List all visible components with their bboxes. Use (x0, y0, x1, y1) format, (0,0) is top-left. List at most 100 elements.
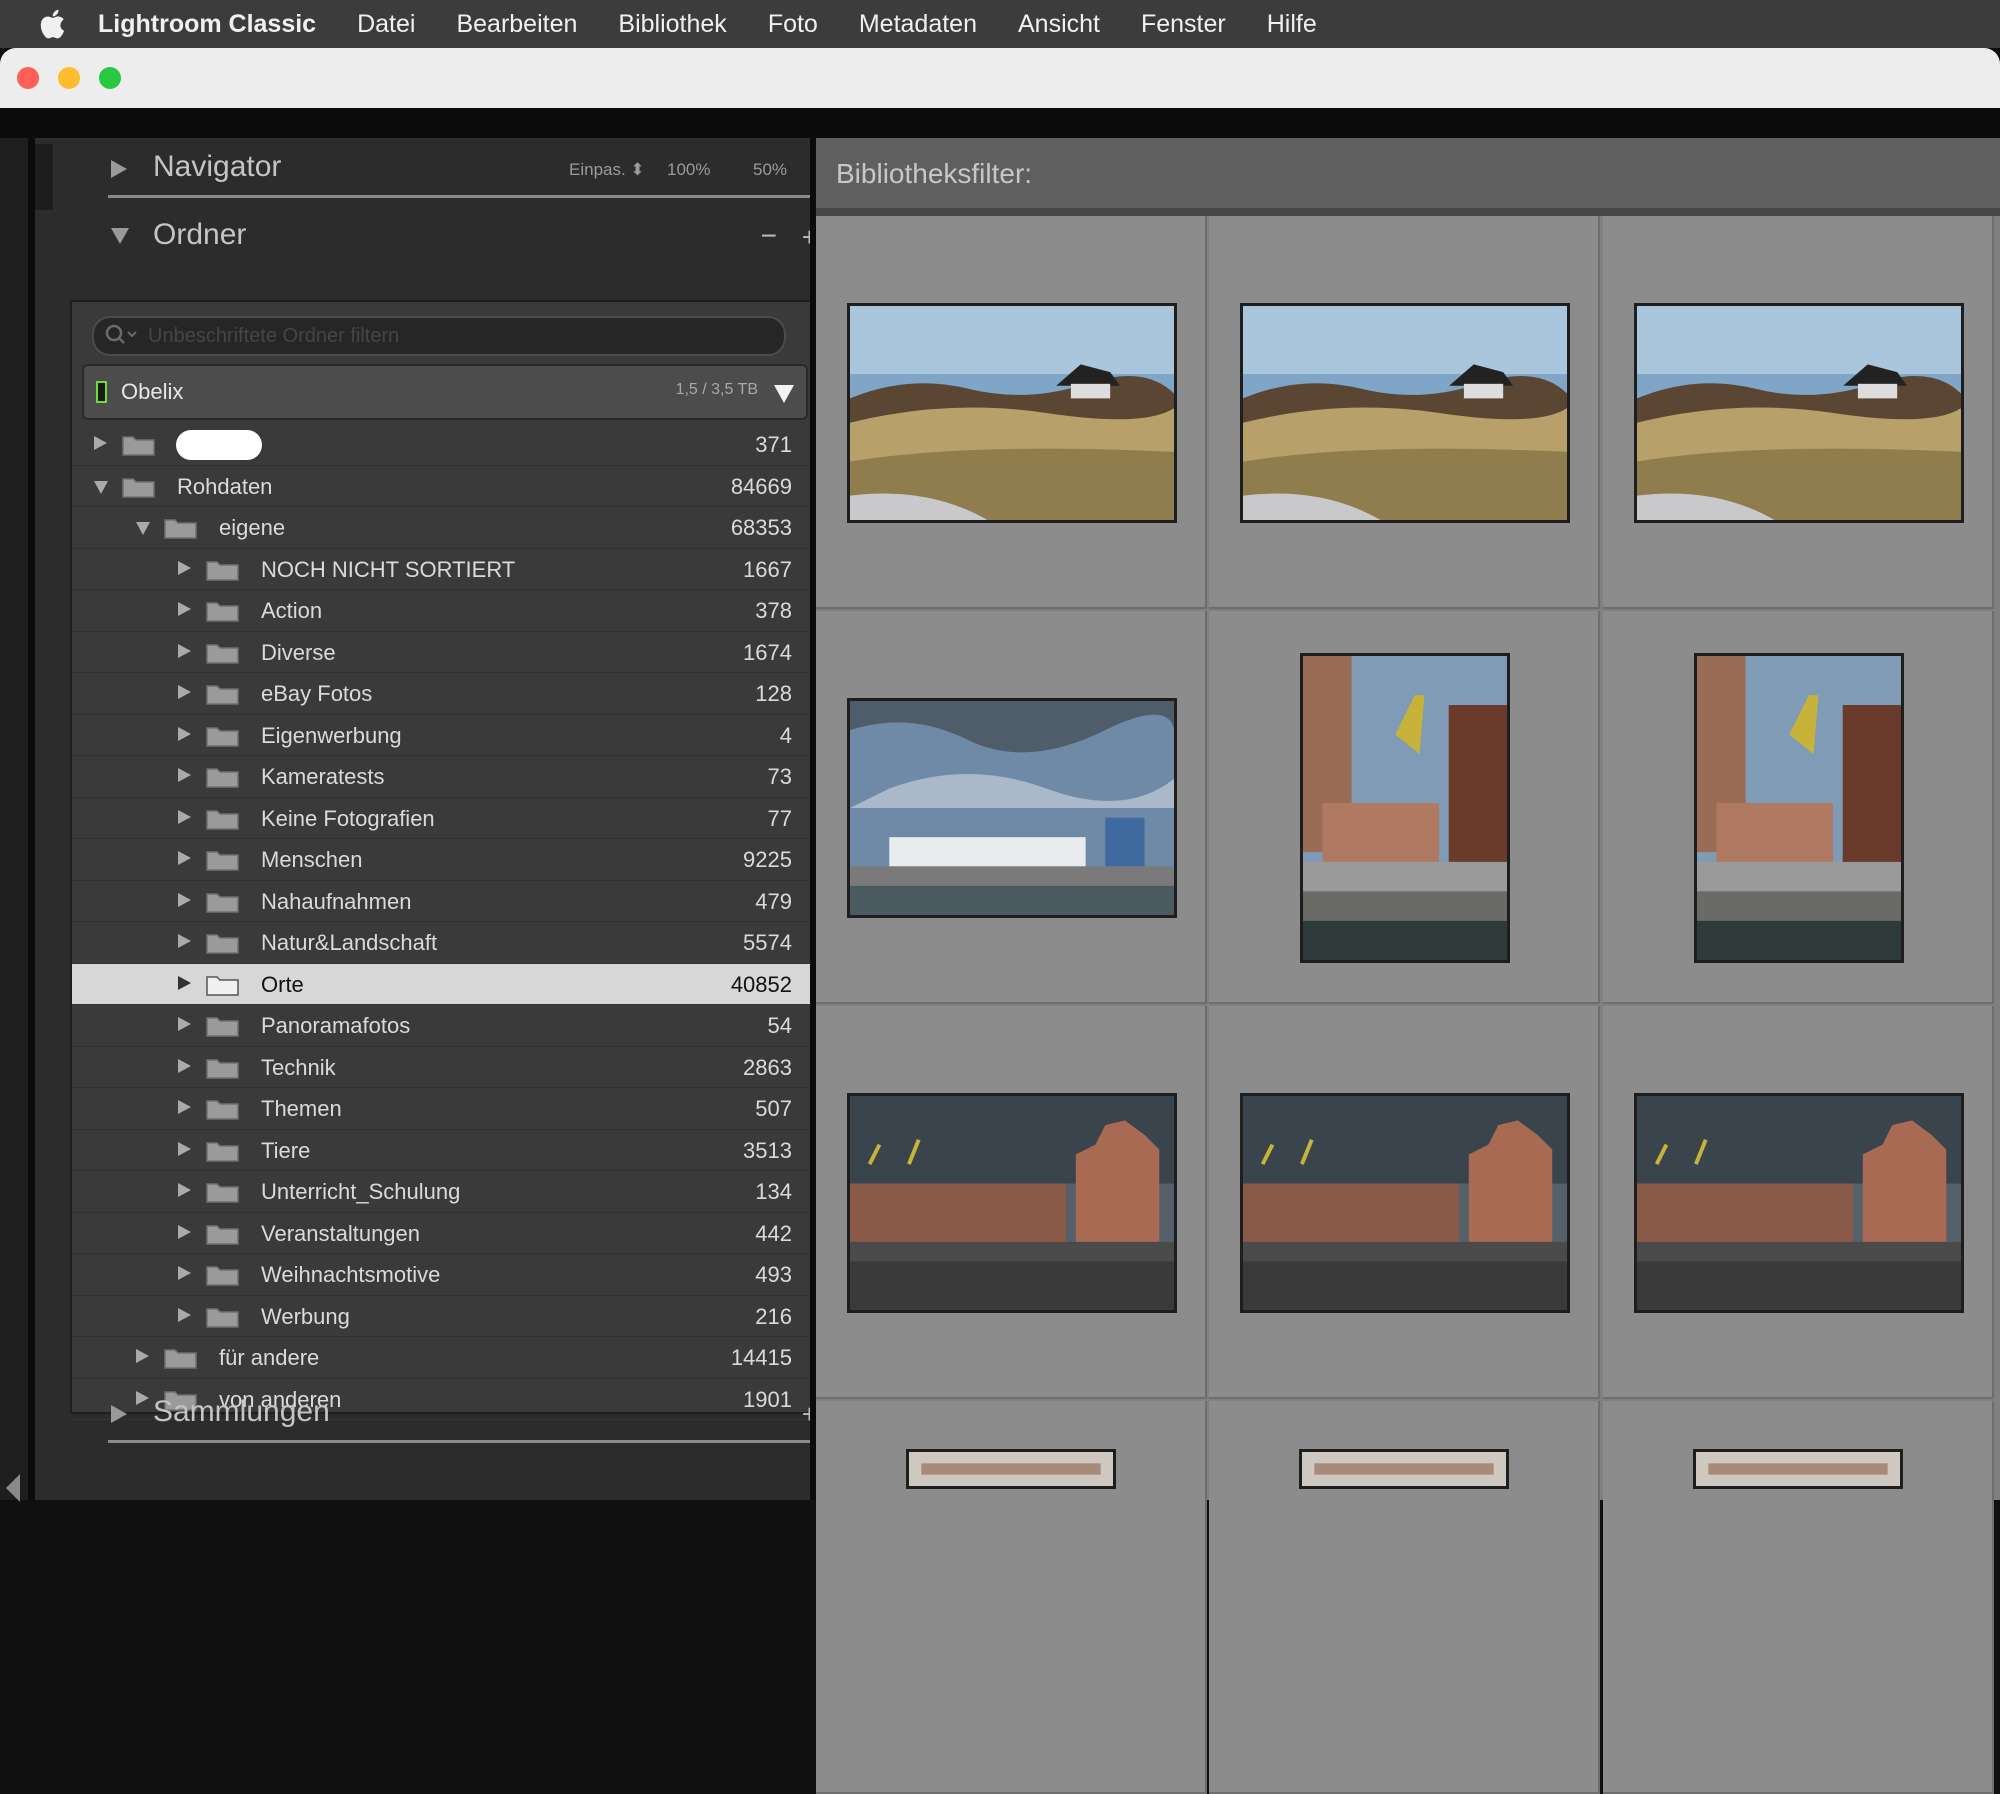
menu-datei[interactable]: Datei (357, 10, 415, 39)
grid-cell[interactable] (1209, 216, 1600, 609)
collapse-triangle-icon[interactable] (136, 522, 150, 535)
grid-cell[interactable] (816, 216, 1207, 609)
expand-triangle-icon[interactable] (178, 643, 191, 658)
folder-row[interactable]: Panoramafotos 54 (72, 1005, 814, 1047)
volume-menu-arrow-icon[interactable] (774, 385, 794, 403)
collapse-triangle-icon[interactable] (94, 480, 108, 494)
expand-triangle-icon[interactable] (136, 1349, 149, 1363)
expand-triangle-icon[interactable] (178, 934, 191, 948)
expand-triangle-icon[interactable] (178, 1224, 191, 1239)
expand-triangle-icon[interactable] (178, 1307, 191, 1322)
menu-hilfe[interactable]: Hilfe (1267, 10, 1317, 39)
menu-foto[interactable]: Foto (768, 10, 818, 39)
photo-thumbnail[interactable] (846, 1092, 1177, 1313)
photo-thumbnail[interactable] (1693, 652, 1904, 963)
menu-app-name[interactable]: Lightroom Classic (98, 10, 316, 39)
grid-cell[interactable] (1603, 1006, 1994, 1399)
expand-triangle-icon[interactable] (178, 1100, 191, 1114)
grid-cell[interactable] (816, 1006, 1207, 1399)
photo-thumbnail[interactable] (846, 302, 1177, 523)
expand-triangle-icon[interactable] (111, 1405, 127, 1423)
photo-thumbnail[interactable] (1239, 1092, 1570, 1313)
photo-thumbnail[interactable] (1299, 1449, 1509, 1489)
folder-row[interactable]: Tiere 3513 (72, 1130, 814, 1171)
photo-thumbnail[interactable] (846, 697, 1177, 918)
folder-row[interactable]: Nahaufnahmen 479 (72, 881, 814, 922)
collections-panel-header[interactable]: Sammlungen + (73, 1383, 833, 1443)
folder-row[interactable]: Rohdaten 84669 (72, 466, 814, 507)
grid-cell[interactable] (1209, 611, 1600, 1004)
folder-row[interactable]: Veranstaltungen 442 (72, 1213, 814, 1254)
folder-row[interactable]: Weihnachtsmotive 493 (72, 1254, 814, 1296)
folder-row[interactable]: Unterricht_Schulung 134 (72, 1171, 814, 1213)
expand-triangle-icon[interactable] (178, 726, 191, 741)
expand-triangle-icon[interactable] (178, 975, 191, 990)
folder-row[interactable]: Action 378 (72, 590, 814, 632)
expand-triangle-icon[interactable] (178, 1266, 191, 1280)
collapse-left-panel-icon[interactable] (6, 1474, 20, 1502)
grid-cell[interactable] (1209, 1006, 1600, 1399)
folder-row[interactable]: NOCH NICHT SORTIERT 1667 (72, 549, 814, 590)
folder-search[interactable] (92, 316, 786, 356)
folder-row[interactable]: Eigenwerbung 4 (72, 715, 814, 756)
photo-thumbnail[interactable] (1693, 1449, 1903, 1489)
expand-triangle-icon[interactable] (178, 1058, 191, 1073)
folder-row[interactable]: Themen 507 (72, 1088, 814, 1130)
photo-thumbnail[interactable] (906, 1449, 1116, 1489)
menu-ansicht[interactable]: Ansicht (1018, 10, 1100, 39)
folder-row[interactable]: Werbung 216 (72, 1296, 814, 1337)
expand-triangle-icon[interactable] (178, 809, 191, 824)
expand-triangle-icon[interactable] (178, 1141, 191, 1156)
folder-row[interactable]: Diverse 1674 (72, 632, 814, 673)
zoom-fit-option[interactable]: Einpas. ⬍ (569, 160, 645, 180)
photo-thumbnail[interactable] (1633, 302, 1964, 523)
folder-row[interactable]: Kameratests 73 (72, 756, 814, 798)
grid-cell[interactable] (816, 611, 1207, 1004)
remove-folder-icon[interactable]: − (761, 220, 777, 252)
navigator-panel-header[interactable]: Navigator Einpas. ⬍ 100% 50% ⬍ (73, 138, 833, 198)
expand-triangle-icon[interactable] (178, 768, 191, 782)
search-icon[interactable] (104, 323, 138, 347)
menu-bearbeiten[interactable]: Bearbeiten (456, 10, 577, 39)
folder-row[interactable]: Natur&Landschaft 5574 (72, 922, 814, 964)
expand-triangle-icon[interactable] (111, 160, 127, 178)
collapse-triangle-icon[interactable] (111, 228, 129, 244)
expand-triangle-icon[interactable] (94, 436, 107, 450)
zoom-window-button[interactable] (99, 67, 121, 89)
panel-scroll-grip[interactable] (35, 144, 53, 210)
grid-cell[interactable] (816, 1401, 1207, 1794)
grid-cell[interactable] (1603, 1401, 1994, 1794)
zoom-100-option[interactable]: 100% (667, 160, 710, 180)
folder-row[interactable]: für andere 14415 (72, 1337, 814, 1379)
grid-cell[interactable] (1603, 611, 1994, 1004)
expand-triangle-icon[interactable] (178, 1183, 191, 1197)
expand-triangle-icon[interactable] (178, 685, 191, 699)
menu-metadaten[interactable]: Metadaten (859, 10, 977, 39)
folder-row[interactable]: Technik 2863 (72, 1047, 814, 1088)
apple-icon[interactable] (36, 6, 72, 42)
grid-cell[interactable] (1209, 1401, 1600, 1794)
folder-row[interactable]: 371 (72, 424, 814, 466)
expand-triangle-icon[interactable] (178, 851, 191, 865)
photo-thumbnail[interactable] (1239, 302, 1570, 523)
expand-triangle-icon[interactable] (178, 1017, 191, 1031)
menu-fenster[interactable]: Fenster (1141, 10, 1226, 39)
expand-triangle-icon[interactable] (178, 892, 191, 907)
expand-triangle-icon[interactable] (178, 602, 191, 616)
expand-triangle-icon[interactable] (178, 560, 191, 575)
menu-bibliothek[interactable]: Bibliothek (618, 10, 726, 39)
folder-row[interactable]: Keine Fotografien 77 (72, 798, 814, 839)
folder-row[interactable]: eBay Fotos 128 (72, 673, 814, 715)
minimize-window-button[interactable] (58, 67, 80, 89)
folder-row[interactable]: Orte 40852 (72, 963, 814, 1005)
photo-thumbnail[interactable] (1299, 652, 1510, 963)
photo-thumbnail[interactable] (1633, 1092, 1964, 1313)
volume-header[interactable]: Obelix 1,5 / 3,5 TB (82, 364, 808, 420)
zoom-50-option[interactable]: 50% (753, 160, 787, 180)
close-window-button[interactable] (17, 67, 39, 89)
folders-panel-header[interactable]: Ordner − + (73, 206, 833, 266)
folder-search-input[interactable] (146, 321, 770, 351)
folder-row[interactable]: eigene 68353 (72, 507, 814, 549)
folder-row[interactable]: Menschen 9225 (72, 839, 814, 881)
grid-cell[interactable] (1603, 216, 1994, 609)
